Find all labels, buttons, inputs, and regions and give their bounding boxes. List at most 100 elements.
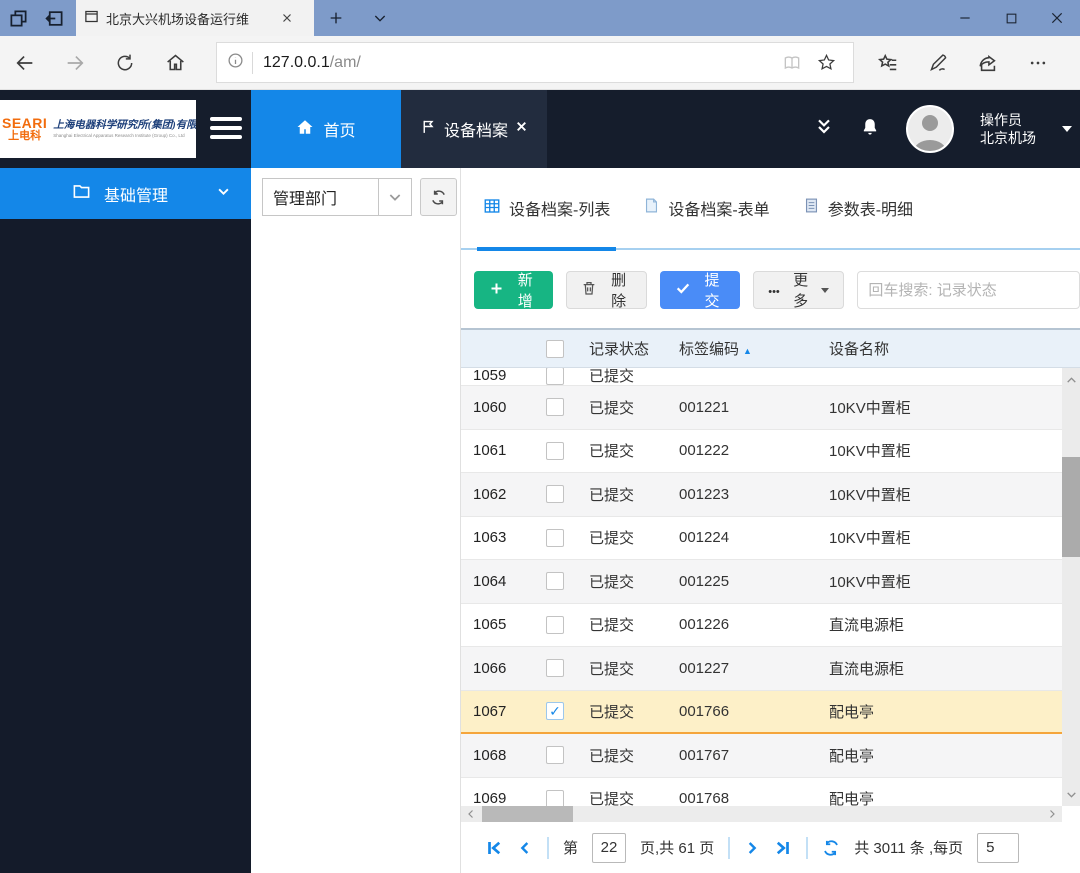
nav-home-button[interactable]: 首页 bbox=[251, 90, 401, 168]
table-row[interactable]: 1064 已提交 001225 10KV中置柜 bbox=[461, 560, 1062, 604]
favorite-star-icon[interactable] bbox=[809, 53, 843, 72]
table-row[interactable]: 1068 已提交 001767 配电亭 bbox=[461, 734, 1062, 778]
column-header-name[interactable]: 设备名称 bbox=[819, 338, 1080, 359]
row-checkbox[interactable] bbox=[546, 398, 564, 417]
more-button[interactable]: 更多 bbox=[753, 271, 845, 310]
share-icon[interactable] bbox=[970, 52, 1006, 74]
tab-device-archive-form[interactable]: 设备档案-表单 bbox=[643, 167, 770, 249]
pager-refresh-icon[interactable] bbox=[822, 839, 840, 857]
user-menu-caret-icon[interactable] bbox=[1062, 126, 1072, 132]
annotate-pen-icon[interactable] bbox=[920, 52, 956, 73]
page-number-input[interactable] bbox=[592, 832, 627, 863]
row-status: 已提交 bbox=[589, 368, 635, 386]
sort-asc-icon: ▲ bbox=[743, 346, 752, 356]
page-size-input[interactable] bbox=[977, 832, 1020, 863]
table-row[interactable]: 1069 已提交 001768 配电亭 bbox=[461, 777, 1062, 806]
prev-page-icon[interactable] bbox=[517, 840, 533, 856]
flag-icon bbox=[420, 118, 437, 140]
sidebar-item-basic-management[interactable]: 基础管理 bbox=[0, 168, 251, 219]
tab-close-icon[interactable] bbox=[515, 120, 528, 138]
horizontal-scrollbar[interactable] bbox=[461, 806, 1062, 822]
row-checkbox[interactable] bbox=[546, 572, 564, 591]
bell-icon[interactable] bbox=[860, 117, 880, 141]
tree-refresh-button[interactable] bbox=[420, 178, 457, 216]
scroll-up-icon[interactable] bbox=[1062, 371, 1080, 389]
chevron-down-icon[interactable] bbox=[378, 179, 411, 215]
open-tab-device-archive[interactable]: 设备档案 bbox=[401, 90, 547, 168]
set-tabs-aside-icon[interactable] bbox=[36, 0, 72, 36]
table-row[interactable]: 1059 已提交 bbox=[461, 368, 1062, 386]
table-row[interactable]: 1062 已提交 001223 10KV中置柜 bbox=[461, 473, 1062, 517]
row-checkbox[interactable] bbox=[546, 789, 564, 806]
row-code: 001221 bbox=[679, 398, 730, 416]
table-row[interactable]: 1066 已提交 001227 直流电源柜 bbox=[461, 647, 1062, 691]
row-checkbox[interactable] bbox=[546, 441, 564, 460]
submit-button[interactable]: 提交 bbox=[659, 271, 741, 310]
refresh-icon[interactable] bbox=[100, 53, 150, 73]
site-info-icon[interactable] bbox=[227, 52, 244, 73]
vertical-scrollbar[interactable] bbox=[1062, 368, 1080, 806]
reading-view-icon[interactable] bbox=[775, 53, 809, 73]
address-bar[interactable]: 127.0.0.1/am/ bbox=[216, 42, 854, 83]
row-checkbox[interactable] bbox=[546, 659, 564, 678]
row-code: 001224 bbox=[679, 529, 730, 547]
settings-more-icon[interactable] bbox=[1020, 53, 1056, 73]
double-chevron-down-icon[interactable] bbox=[814, 117, 834, 141]
row-checkbox[interactable] bbox=[546, 368, 564, 385]
document-lines-icon bbox=[803, 197, 820, 219]
user-role: 操作员 bbox=[980, 111, 1022, 128]
add-button[interactable]: 新增 bbox=[474, 271, 554, 310]
home-icon[interactable] bbox=[150, 52, 200, 73]
row-device-name: 配电亭 bbox=[829, 703, 875, 721]
horizontal-scrollbar-thumb[interactable] bbox=[482, 806, 573, 822]
url-text[interactable]: 127.0.0.1/am/ bbox=[263, 54, 775, 72]
vertical-scrollbar-thumb[interactable] bbox=[1062, 457, 1080, 557]
hamburger-menu-icon[interactable] bbox=[210, 114, 242, 142]
table-row[interactable]: 1065 已提交 001226 直流电源柜 bbox=[461, 603, 1062, 647]
row-checkbox[interactable] bbox=[546, 746, 564, 765]
row-number: 1065 bbox=[473, 616, 507, 634]
column-header-code[interactable]: 标签编码 ▲ bbox=[669, 338, 819, 359]
table-row[interactable]: 1060 已提交 001221 10KV中置柜 bbox=[461, 386, 1062, 430]
row-checkbox[interactable] bbox=[546, 702, 564, 721]
scroll-left-icon[interactable] bbox=[463, 806, 479, 822]
hub-favorites-icon[interactable] bbox=[870, 52, 906, 74]
delete-button[interactable]: 删除 bbox=[566, 271, 647, 310]
row-checkbox[interactable] bbox=[546, 615, 564, 634]
row-checkbox[interactable] bbox=[546, 528, 564, 547]
back-icon[interactable] bbox=[0, 52, 50, 74]
last-page-icon[interactable] bbox=[774, 839, 792, 857]
row-status: 已提交 bbox=[589, 530, 635, 548]
table-row[interactable]: 1063 已提交 001224 10KV中置柜 bbox=[461, 516, 1062, 560]
browser-tab[interactable]: 北京大兴机场设备运行维 bbox=[76, 0, 314, 36]
scroll-down-icon[interactable] bbox=[1062, 785, 1080, 803]
next-page-icon[interactable] bbox=[744, 840, 760, 856]
forward-icon[interactable] bbox=[50, 52, 100, 74]
tab-list-chevron-icon[interactable] bbox=[358, 0, 402, 36]
scroll-right-icon[interactable] bbox=[1044, 806, 1060, 822]
table-row[interactable]: 1067 已提交 001766 配电亭 bbox=[461, 690, 1062, 734]
department-select[interactable]: 管理部门 bbox=[262, 178, 412, 216]
maximize-button[interactable] bbox=[988, 0, 1034, 36]
user-info[interactable]: 操作员 北京机场 bbox=[980, 111, 1036, 147]
browser-titlebar: 北京大兴机场设备运行维 bbox=[0, 0, 1080, 36]
search-input[interactable] bbox=[857, 271, 1080, 309]
minimize-button[interactable] bbox=[942, 0, 988, 36]
column-header-status[interactable]: 记录状态 bbox=[579, 338, 669, 359]
pager-separator bbox=[806, 836, 809, 859]
first-page-icon[interactable] bbox=[485, 839, 503, 857]
sidebar: 基础管理 bbox=[0, 168, 251, 873]
chevron-down-icon bbox=[216, 184, 231, 204]
tab-preview-icon[interactable] bbox=[0, 0, 36, 36]
tab-parameter-detail[interactable]: 参数表-明细 bbox=[803, 167, 913, 249]
avatar[interactable] bbox=[906, 105, 954, 153]
row-device-name: 10KV中置柜 bbox=[829, 399, 911, 417]
table-row[interactable]: 1061 已提交 001222 10KV中置柜 bbox=[461, 429, 1062, 473]
main-content: 设备档案-列表 设备档案-表单 参数表-明细 新增 删除 提交 ••• 更多 回… bbox=[461, 168, 1080, 873]
close-button[interactable] bbox=[1034, 0, 1080, 36]
row-checkbox[interactable] bbox=[546, 485, 564, 504]
tab-close-icon[interactable] bbox=[281, 12, 293, 24]
select-all-checkbox[interactable] bbox=[546, 339, 564, 358]
tab-device-archive-list[interactable]: 设备档案-列表 bbox=[476, 167, 617, 251]
new-tab-button[interactable] bbox=[314, 0, 358, 36]
